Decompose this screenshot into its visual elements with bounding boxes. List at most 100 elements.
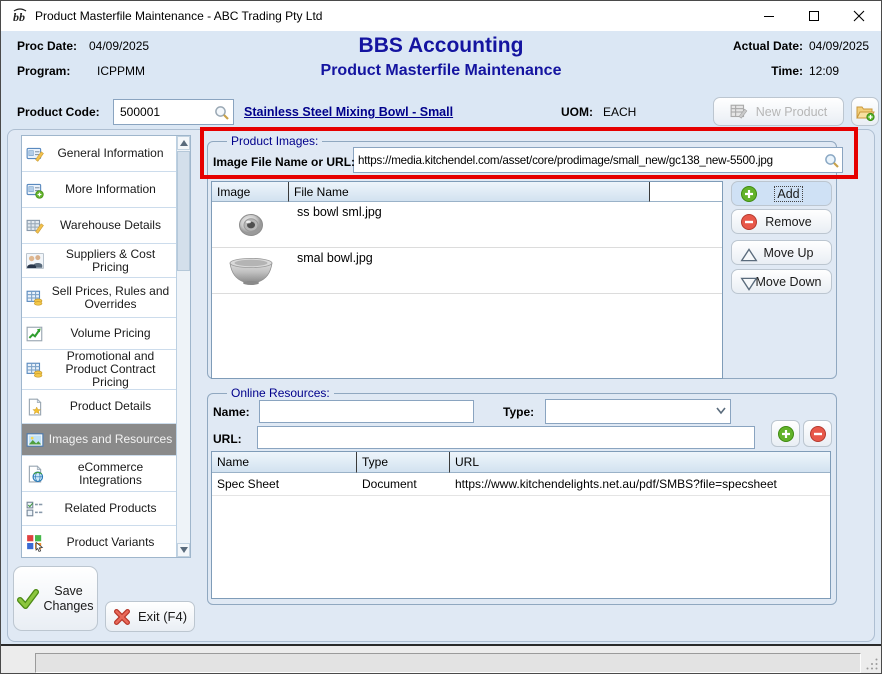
- product-image-thumbnail: [212, 248, 289, 293]
- open-folder-button[interactable]: [851, 97, 879, 126]
- add-icon: [740, 185, 758, 203]
- sidebar-scrollbar[interactable]: [176, 136, 190, 557]
- sidebar-item-label: Images and Resources: [47, 433, 174, 446]
- variant-squares-icon: [26, 534, 44, 552]
- add-image-button[interactable]: Add: [731, 181, 832, 206]
- resource-url-cell: https://www.kitchendelights.net.au/pdf/S…: [455, 477, 827, 491]
- remove-image-button[interactable]: Remove: [731, 209, 832, 234]
- column-header-image[interactable]: Image: [212, 182, 289, 202]
- app-logo-icon: bb: [11, 7, 29, 25]
- add-resource-button[interactable]: [771, 420, 800, 447]
- image-url-input[interactable]: [353, 147, 843, 173]
- product-code-input[interactable]: [113, 99, 234, 125]
- resize-grip[interactable]: [866, 658, 879, 671]
- table-row[interactable]: Spec Sheet Document https://www.kitchend…: [212, 473, 830, 496]
- sidebar-item-related-products[interactable]: Related Products: [22, 492, 176, 526]
- scroll-up-arrow[interactable]: [177, 136, 190, 150]
- uom-label: UOM:: [561, 105, 593, 119]
- page-star-icon: [26, 398, 44, 416]
- save-check-icon: [17, 588, 39, 610]
- sidebar-item-label: Warehouse Details: [47, 219, 174, 232]
- maximize-button[interactable]: [791, 1, 836, 31]
- move-down-button[interactable]: Move Down: [731, 269, 832, 294]
- resource-url-input[interactable]: [257, 426, 755, 449]
- resource-name-input[interactable]: [259, 400, 474, 423]
- move-up-icon: [740, 246, 758, 264]
- sidebar-item-more-information[interactable]: More Information: [22, 172, 176, 208]
- bowl-side-view-image: [228, 256, 274, 286]
- chart-arrow-icon: [26, 325, 44, 343]
- column-header-name[interactable]: Name: [212, 452, 357, 473]
- sidebar-item-product-variants[interactable]: Product Variants: [22, 526, 176, 557]
- sidebar-item-promotional-contract-pricing[interactable]: Promotional and Product Contract Pricing: [22, 350, 176, 390]
- status-bar: [1, 644, 881, 673]
- window-title: Product Masterfile Maintenance - ABC Tra…: [35, 1, 322, 31]
- exit-cross-icon: [113, 608, 131, 626]
- actual-date-label: Actual Date:: [713, 39, 803, 53]
- resource-type-label: Type:: [503, 405, 534, 419]
- grid-pencil-icon: [26, 217, 44, 235]
- exit-button-label: Exit (F4): [138, 609, 187, 624]
- move-down-icon: [740, 275, 758, 293]
- uom-value: EACH: [603, 105, 636, 119]
- save-changes-button[interactable]: Save Changes: [13, 566, 98, 631]
- column-header-file-name[interactable]: File Name: [289, 182, 650, 202]
- sidebar-item-volume-pricing[interactable]: Volume Pricing: [22, 318, 176, 350]
- online-resources-table-header: Name Type URL: [212, 452, 830, 473]
- save-button-label-line2: Changes: [43, 599, 93, 613]
- new-product-icon: [730, 103, 748, 121]
- id-card-plus-icon: [26, 181, 44, 199]
- column-header-url[interactable]: URL: [450, 452, 830, 473]
- sidebar-item-sell-prices-rules-overrides[interactable]: Sell Prices, Rules and Overrides: [22, 278, 176, 318]
- sidebar-item-label: Related Products: [47, 502, 174, 515]
- product-image-thumbnail: [212, 202, 289, 247]
- file-name-cell: ss bowl sml.jpg: [289, 205, 382, 219]
- scroll-down-arrow[interactable]: [177, 543, 190, 557]
- add-icon: [777, 425, 795, 443]
- sidebar-item-ecommerce-integrations[interactable]: eCommerce Integrations: [22, 456, 176, 492]
- resource-type-select[interactable]: [545, 399, 731, 424]
- remove-resource-button[interactable]: [803, 420, 832, 447]
- close-button[interactable]: [836, 1, 881, 31]
- resource-name-cell: Spec Sheet: [217, 477, 355, 491]
- add-button-label: Add: [775, 187, 801, 201]
- sidebar-item-label: Promotional and Product Contract Pricing: [47, 350, 174, 389]
- column-header-spacer: [650, 182, 722, 202]
- resource-url-label: URL:: [213, 432, 242, 446]
- product-name-link[interactable]: Stainless Steel Mixing Bowl - Small: [244, 105, 453, 119]
- table-row[interactable]: smal bowl.jpg: [212, 248, 722, 294]
- product-images-table[interactable]: Image File Name ss bowl sml.jpg: [211, 181, 723, 379]
- exit-button[interactable]: Exit (F4): [105, 601, 195, 632]
- new-product-button[interactable]: New Product: [713, 97, 844, 126]
- chevron-down-icon: [715, 406, 727, 415]
- table-row[interactable]: ss bowl sml.jpg: [212, 202, 722, 248]
- sidebar-item-label: Suppliers & Cost Pricing: [47, 248, 174, 274]
- time-label: Time:: [713, 64, 803, 78]
- page-globe-icon: [26, 465, 44, 483]
- sidebar-item-label: Volume Pricing: [47, 327, 174, 340]
- sidebar-item-product-details[interactable]: Product Details: [22, 390, 176, 424]
- status-bar-field: [35, 653, 861, 673]
- sidebar-item-warehouse-details[interactable]: Warehouse Details: [22, 208, 176, 244]
- column-header-type[interactable]: Type: [357, 452, 450, 473]
- remove-icon: [740, 213, 758, 231]
- bowl-top-view-image: [238, 212, 264, 238]
- minimize-button[interactable]: [746, 1, 791, 31]
- remove-icon: [809, 425, 827, 443]
- online-resources-table[interactable]: Name Type URL Spec Sheet Document https:…: [211, 451, 831, 599]
- sidebar-item-label: More Information: [47, 183, 174, 196]
- table-coins-icon: [26, 361, 44, 379]
- online-resources-legend: Online Resources:: [227, 386, 334, 400]
- sidebar-item-general-information[interactable]: General Information: [22, 136, 176, 172]
- sidebar-item-suppliers-cost-pricing[interactable]: Suppliers & Cost Pricing: [22, 244, 176, 278]
- save-button-label-line1: Save: [54, 584, 83, 598]
- product-code-label: Product Code:: [17, 105, 100, 119]
- app-window: bb Product Masterfile Maintenance - ABC …: [0, 0, 882, 674]
- image-url-search-icon[interactable]: [824, 153, 840, 169]
- image-url-label: Image File Name or URL:: [213, 155, 355, 169]
- sidebar-item-label: eCommerce Integrations: [47, 461, 174, 487]
- sidebar-item-images-and-resources[interactable]: Images and Resources: [22, 424, 176, 456]
- move-up-button[interactable]: Move Up: [731, 240, 832, 265]
- product-code-search-icon[interactable]: [214, 105, 230, 121]
- scroll-thumb[interactable]: [177, 151, 190, 271]
